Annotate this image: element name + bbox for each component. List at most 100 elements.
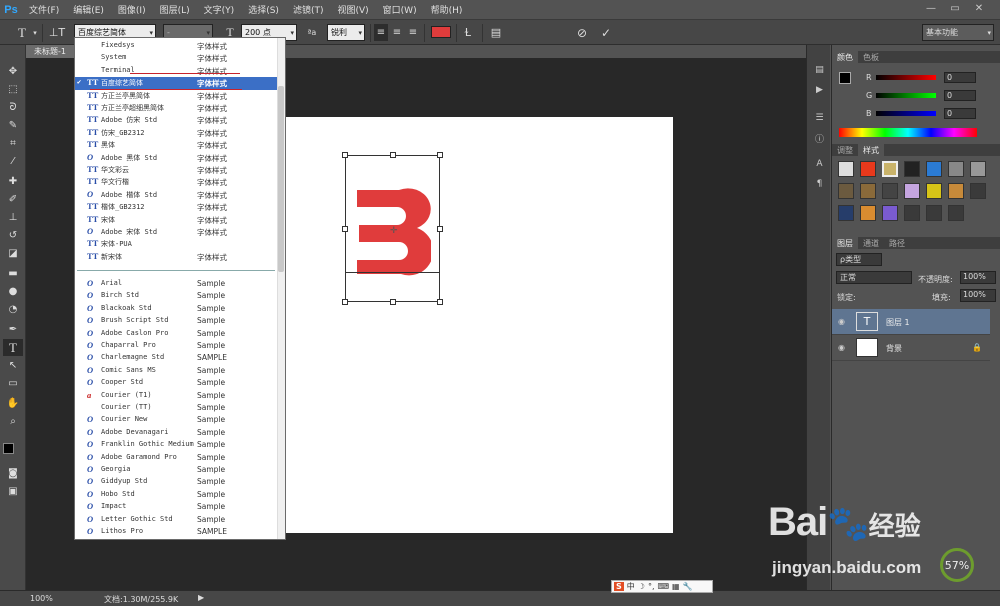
cancel-icon[interactable]: ⊘ [574,24,590,41]
type-tool-icon[interactable]: T [3,339,23,356]
tab-adjustments[interactable]: 调整 [832,144,858,156]
font-list-item[interactable]: O Lithos Pro SAMPLE [75,526,278,538]
workspace-select[interactable]: 基本功能 ▾ [922,24,994,41]
menu-item[interactable]: 视图(V) [330,3,375,16]
font-list-item[interactable]: Fixedsys 字体样式 [75,40,278,52]
opacity-input[interactable]: 100% [960,271,996,284]
canvas[interactable] [284,117,673,533]
red-channel-slider[interactable]: R 0 [840,72,1000,84]
font-list-item[interactable]: TT 楷体_GB2312 字体样式 [75,201,278,213]
tab-paths[interactable]: 路径 [884,237,910,249]
font-list-item[interactable]: Terminal 字体样式 [75,65,278,77]
font-list-item[interactable]: TT Adobe 仿宋 Std 字体样式 [75,114,278,126]
tool-preset-text-icon[interactable]: T [14,24,30,41]
transform-handle[interactable] [342,226,348,232]
transform-handle[interactable] [437,299,443,305]
marquee-tool-icon[interactable]: ⬚ [3,81,23,98]
layer-row[interactable]: ◉ 背景 🔒 [832,335,990,361]
style-preset-swatch[interactable] [882,205,898,221]
font-list-item[interactable]: O Impact Sample [75,501,278,513]
blue-channel-value[interactable]: 0 [944,108,976,119]
style-preset-swatch[interactable] [882,183,898,199]
menu-item[interactable]: 编辑(E) [66,3,111,16]
green-gradient-bar[interactable] [876,93,936,98]
style-preset-swatch[interactable] [860,161,876,177]
font-list-item[interactable]: O Brush Script Std Sample [75,315,278,327]
crop-tool-icon[interactable]: ⌗ [3,135,23,152]
menu-item[interactable]: 滤镜(T) [286,3,331,16]
align-left-icon[interactable]: ≡ [374,24,388,41]
font-family-dropdown[interactable]: Fixedsys 字体样式 System 字体样式 Terminal 字体样式 ✔ TT 百度综… [74,37,286,540]
style-preset-swatch[interactable] [882,161,898,177]
font-list-item[interactable]: O Adobe 楷体 Std 字体样式 [75,189,278,201]
character-panel-icon[interactable]: A [812,157,827,171]
transform-handle[interactable] [437,226,443,232]
style-preset-swatch[interactable] [904,205,920,221]
font-list-item[interactable]: O Hobo Std Sample [75,489,278,501]
font-list-item[interactable]: O Blackoak Std Sample [75,303,278,315]
style-preset-swatch[interactable] [926,205,942,221]
dodge-tool-icon[interactable]: ◔ [3,301,23,318]
transform-handle[interactable] [342,299,348,305]
font-list-item[interactable]: O Adobe Garamond Pro Sample [75,452,278,464]
font-list-item[interactable]: O Comic Sans MS Sample [75,365,278,377]
font-list-item[interactable]: TT 宋体-PUA [75,238,278,250]
paragraph-panel-icon[interactable]: ¶ [812,177,827,191]
fill-input[interactable]: 100% [960,289,996,302]
antialias-select[interactable]: 锐利 ▾ [327,24,365,41]
scrollbar-thumb[interactable] [278,86,284,272]
font-list-item[interactable]: O Franklin Gothic Medium Sample [75,439,278,451]
font-list-item[interactable]: Courier (TT) Sample [75,402,278,414]
move-tool-icon[interactable]: ✥ [3,63,23,80]
menu-item[interactable]: 图像(I) [111,3,153,16]
style-preset-swatch[interactable] [948,205,964,221]
hand-tool-icon[interactable]: ✋ [3,395,23,412]
blue-channel-slider[interactable]: B 0 [840,108,1000,120]
blue-gradient-bar[interactable] [876,111,936,116]
style-preset-swatch[interactable] [948,161,964,177]
font-list-item[interactable]: O Adobe 黑体 Std 字体样式 [75,152,278,164]
font-list-item[interactable]: TT 方正兰亭黑简体 字体样式 [75,90,278,102]
style-preset-swatch[interactable] [926,161,942,177]
quick-mask-icon[interactable]: ◙ [3,465,23,482]
foreground-color-swatch[interactable] [3,443,14,454]
style-preset-swatch[interactable] [838,161,854,177]
font-list-item[interactable]: O Georgia Sample [75,464,278,476]
text-color-swatch[interactable] [431,26,451,38]
brush-tool-icon[interactable]: ✐ [3,191,23,208]
properties-panel-icon[interactable]: ☰ [812,111,827,125]
character-panel-icon[interactable]: ▤ [488,24,504,41]
tab-channels[interactable]: 通道 [858,237,884,249]
font-list-item[interactable]: O Adobe 宋体 Std 字体样式 [75,226,278,238]
style-preset-swatch[interactable] [926,183,942,199]
font-list-item[interactable]: System 字体样式 [75,52,278,64]
blur-tool-icon[interactable]: ● [3,283,23,300]
font-list-item[interactable]: O Letter Gothic Std Sample [75,514,278,526]
font-list-item[interactable]: TT 仿宋_GB2312 字体样式 [75,127,278,139]
red-channel-value[interactable]: 0 [944,72,976,83]
font-list-item[interactable]: a Courier (T1) Sample [75,390,278,402]
history-panel-icon[interactable]: ▤ [812,63,827,77]
menu-item[interactable]: 文件(F) [22,3,66,16]
transform-bounding-box[interactable]: ✛ [342,152,443,305]
transform-handle[interactable] [437,152,443,158]
font-list-item[interactable]: O Birch Std Sample [75,290,278,302]
font-list-item[interactable]: TT 新宋体 字体样式 [75,251,278,263]
font-list-item[interactable]: TT 方正兰亭超细黑简体 字体样式 [75,102,278,114]
transform-handle[interactable] [390,299,396,305]
align-center-icon[interactable]: ≡ [390,24,404,41]
sogou-icon[interactable]: S [614,582,624,591]
quick-select-tool-icon[interactable]: ✎ [3,117,23,134]
zoom-level[interactable]: 100% [30,594,53,603]
shape-tool-icon[interactable]: ▭ [3,375,23,392]
document-tab[interactable]: 未标题-1 [26,45,76,58]
style-preset-swatch[interactable] [970,161,986,177]
pen-tool-icon[interactable]: ✒ [3,321,23,338]
keyboard-icon[interactable]: ⌨ [657,582,669,591]
ime-mode-label[interactable]: 中 [627,581,635,592]
style-preset-swatch[interactable] [904,183,920,199]
chevron-down-icon[interactable]: ▾ [31,24,39,41]
color-spectrum-bar[interactable] [839,128,977,137]
tab-layers[interactable]: 图层 [832,237,858,249]
style-preset-swatch[interactable] [838,205,854,221]
